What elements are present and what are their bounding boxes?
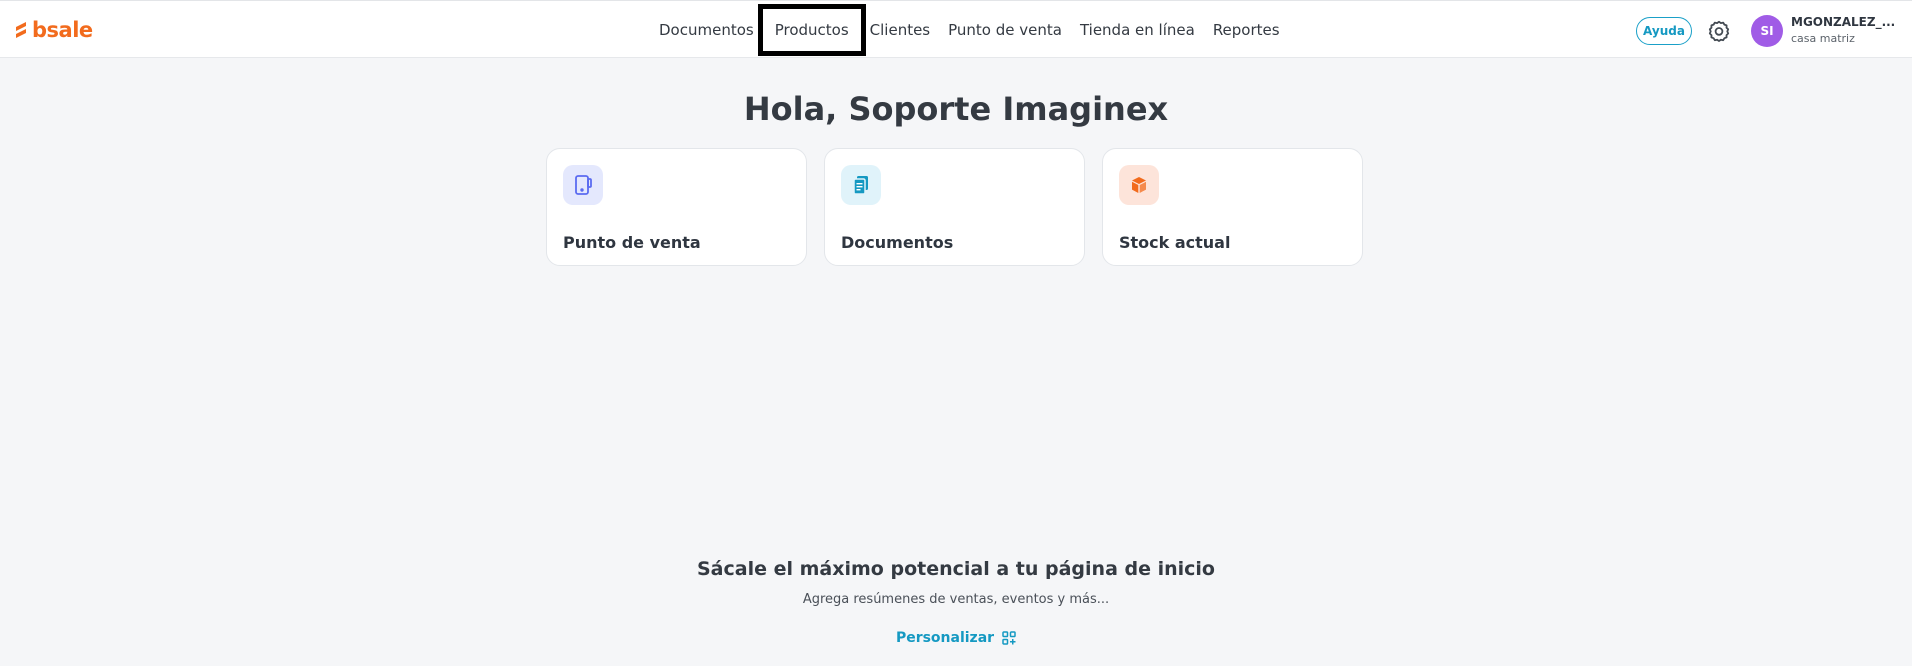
card-icon-wrap <box>563 165 603 205</box>
logo-text: bsale <box>32 18 93 42</box>
nav-item-productos[interactable]: Productos <box>757 4 866 56</box>
card-documentos[interactable]: Documentos <box>824 148 1085 266</box>
nav-item-documentos[interactable]: Documentos <box>650 20 763 40</box>
personalize-link[interactable]: Personalizar <box>896 630 994 646</box>
bsale-logo-icon <box>16 22 26 38</box>
top-bar: bsale Documentos Productos Clientes Punt… <box>0 0 1912 58</box>
promo-title: Sácale el máximo potencial a tu página d… <box>697 558 1215 580</box>
help-button[interactable]: Ayuda <box>1636 17 1692 45</box>
card-label: Stock actual <box>1119 233 1231 252</box>
user-avatar[interactable]: SI <box>1751 15 1783 47</box>
user-name[interactable]: MGONZALEZ_... <box>1791 15 1895 29</box>
document-icon <box>853 176 868 195</box>
nav-item-reportes[interactable]: Reportes <box>1204 20 1289 40</box>
gear-icon[interactable] <box>1707 19 1731 43</box>
shortcut-cards: Punto de venta Documentos Stock actual <box>546 148 1363 266</box>
nav-item-clientes[interactable]: Clientes <box>861 20 939 40</box>
pos-device-icon <box>575 175 592 195</box>
card-icon-wrap <box>1119 165 1159 205</box>
nav-item-tienda-en-linea[interactable]: Tienda en línea <box>1071 20 1204 40</box>
promo-subtitle: Agrega resúmenes de ventas, eventos y má… <box>802 592 1110 607</box>
box-icon <box>1132 177 1146 193</box>
card-label: Documentos <box>841 233 954 252</box>
card-punto-de-venta[interactable]: Punto de venta <box>546 148 807 266</box>
personalize-row: Personalizar <box>0 630 1912 646</box>
main-nav: Documentos Productos Clientes Punto de v… <box>650 1 1289 59</box>
customize-grid-icon[interactable] <box>1002 631 1016 645</box>
card-icon-wrap <box>841 165 881 205</box>
card-label: Punto de venta <box>563 233 701 252</box>
card-stock-actual[interactable]: Stock actual <box>1102 148 1363 266</box>
greeting-title: Hola, Soporte Imaginex <box>743 90 1169 128</box>
user-branch: casa matriz <box>1791 32 1855 45</box>
nav-item-punto-de-venta[interactable]: Punto de venta <box>939 20 1071 40</box>
bsale-logo[interactable]: bsale <box>14 18 93 42</box>
